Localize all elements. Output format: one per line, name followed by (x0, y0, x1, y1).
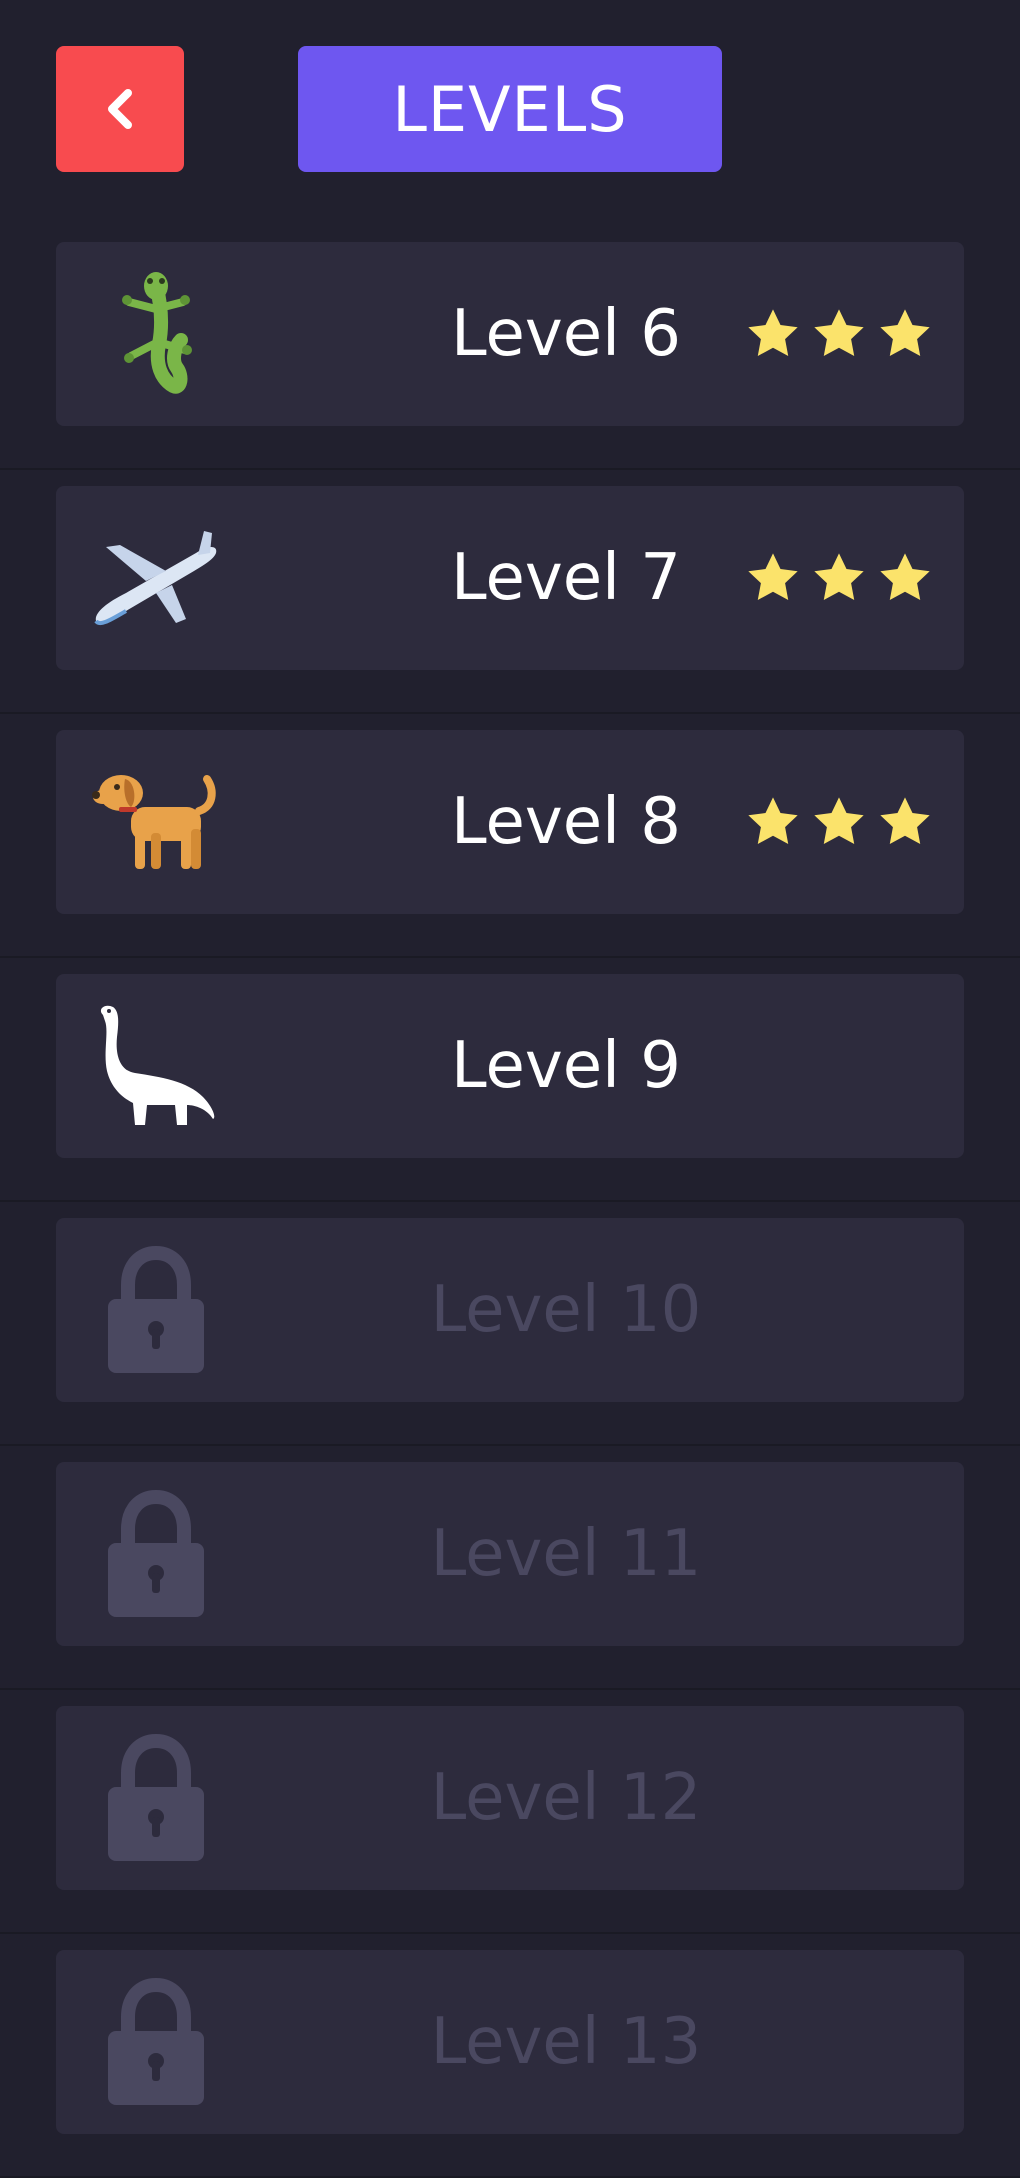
level-label: Level 11 (430, 1517, 702, 1591)
level-row: Level 9 (0, 958, 1020, 1202)
page-title: LEVELS (298, 46, 722, 172)
dinosaur-icon (86, 996, 226, 1136)
star-icon (814, 309, 864, 356)
level-card-10: Level 10 (56, 1218, 964, 1402)
star-icon (814, 797, 864, 844)
level-card-9[interactable]: Level 9 (56, 974, 964, 1158)
level-row: Level 10 (0, 1202, 1020, 1446)
level-row: Level 8 (0, 714, 1020, 958)
top-bar: LEVELS (0, 0, 1020, 220)
star-icon (814, 553, 864, 600)
level-label: Level 10 (430, 1273, 702, 1347)
chevron-left-icon (108, 89, 132, 129)
level-row: Level 6 (0, 226, 1020, 470)
level-card-7[interactable]: Level 7 (56, 486, 964, 670)
level-row: Level 13 (0, 1934, 1020, 2178)
star-rating (744, 730, 934, 914)
airplane-icon (86, 508, 226, 648)
star-icon (748, 553, 798, 600)
star-rating (744, 486, 934, 670)
star-icon (880, 553, 930, 600)
back-button[interactable] (56, 46, 184, 172)
level-row: Level 11 (0, 1446, 1020, 1690)
lock-icon (86, 1484, 226, 1624)
level-row: Level 7 (0, 470, 1020, 714)
level-card-12: Level 12 (56, 1706, 964, 1890)
level-card-13: Level 13 (56, 1950, 964, 2134)
level-card-6[interactable]: Level 6 (56, 242, 964, 426)
level-label: Level 12 (430, 1761, 702, 1835)
lizard-icon (86, 264, 226, 404)
star-icon (880, 797, 930, 844)
star-icon (748, 309, 798, 356)
lock-icon (86, 1240, 226, 1380)
level-label: Level 13 (430, 2005, 702, 2079)
star-icon (748, 797, 798, 844)
level-card-11: Level 11 (56, 1462, 964, 1646)
level-list: Level 6 Level 7 Level 8 Level 9 Level 10… (0, 226, 1020, 2178)
level-card-8[interactable]: Level 8 (56, 730, 964, 914)
lock-icon (86, 1728, 226, 1868)
level-label: Level 9 (451, 1029, 681, 1103)
lock-icon (86, 1972, 226, 2112)
star-icon (880, 309, 930, 356)
star-rating (744, 242, 934, 426)
dog-icon (86, 752, 226, 892)
level-row: Level 12 (0, 1690, 1020, 1934)
